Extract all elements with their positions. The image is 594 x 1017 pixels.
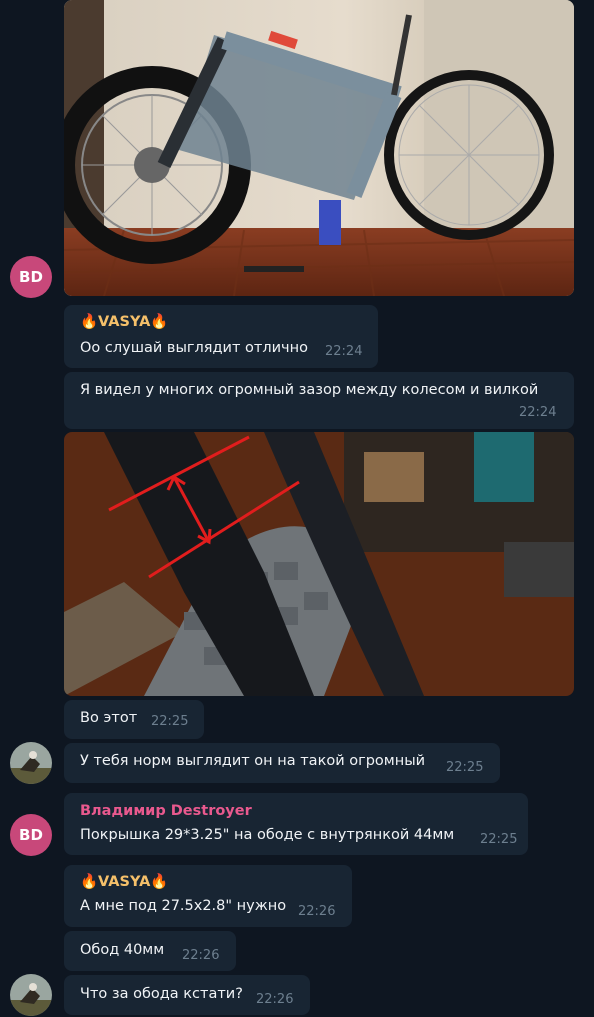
message-time: 22:26 <box>298 904 336 919</box>
avatar[interactable] <box>10 974 52 1016</box>
message-time: 22:25 <box>151 714 189 729</box>
avatar[interactable]: BD <box>10 814 52 856</box>
message-time: 22:25 <box>480 832 518 847</box>
bike-photo[interactable] <box>64 0 574 296</box>
sender-name[interactable]: Владимир Destroyer <box>80 803 252 819</box>
message-bubble[interactable]: 🔥VASYA🔥 Оо слушай выглядит отлично 22:24 <box>64 305 378 368</box>
message-time: 22:24 <box>325 344 363 359</box>
message-text: Оо слушай выглядит отлично <box>80 340 308 356</box>
message-text: Что за обода кстати? <box>80 986 243 1002</box>
message-bubble[interactable]: У тебя норм выглядит он на такой огромны… <box>64 743 500 783</box>
message-text: Во этот <box>80 710 138 726</box>
message-bubble[interactable]: Во этот 22:25 <box>64 700 204 739</box>
message-time: 22:26 <box>182 948 220 963</box>
message-text: У тебя норм выглядит он на такой огромны… <box>80 753 426 769</box>
message-text: Покрышка 29*3.25" на ободе с внутрянкой … <box>80 827 455 843</box>
message-text: Я видел у многих огромный зазор между ко… <box>80 382 539 398</box>
avatar[interactable] <box>10 742 52 784</box>
message-bubble[interactable]: 🔥VASYA🔥 А мне под 27.5x2.8" нужно 22:26 <box>64 865 352 927</box>
avatar[interactable]: BD <box>10 256 52 298</box>
message-bubble[interactable]: Что за обода кстати? 22:26 <box>64 975 310 1015</box>
fork-gap-photo[interactable] <box>64 432 574 696</box>
message-text: Обод 40мм <box>80 942 165 958</box>
message-bubble[interactable]: Владимир Destroyer Покрышка 29*3.25" на … <box>64 793 528 855</box>
message-bubble[interactable]: Я видел у многих огромный зазор между ко… <box>64 372 574 429</box>
message-text: А мне под 27.5x2.8" нужно <box>80 898 287 914</box>
message-time: 22:24 <box>519 405 557 420</box>
sender-name[interactable]: 🔥VASYA🔥 <box>80 873 168 890</box>
message-time: 22:26 <box>256 992 294 1007</box>
sender-name[interactable]: 🔥VASYA🔥 <box>80 313 168 330</box>
message-time: 22:25 <box>446 760 484 775</box>
message-bubble[interactable]: Обод 40мм 22:26 <box>64 931 236 971</box>
